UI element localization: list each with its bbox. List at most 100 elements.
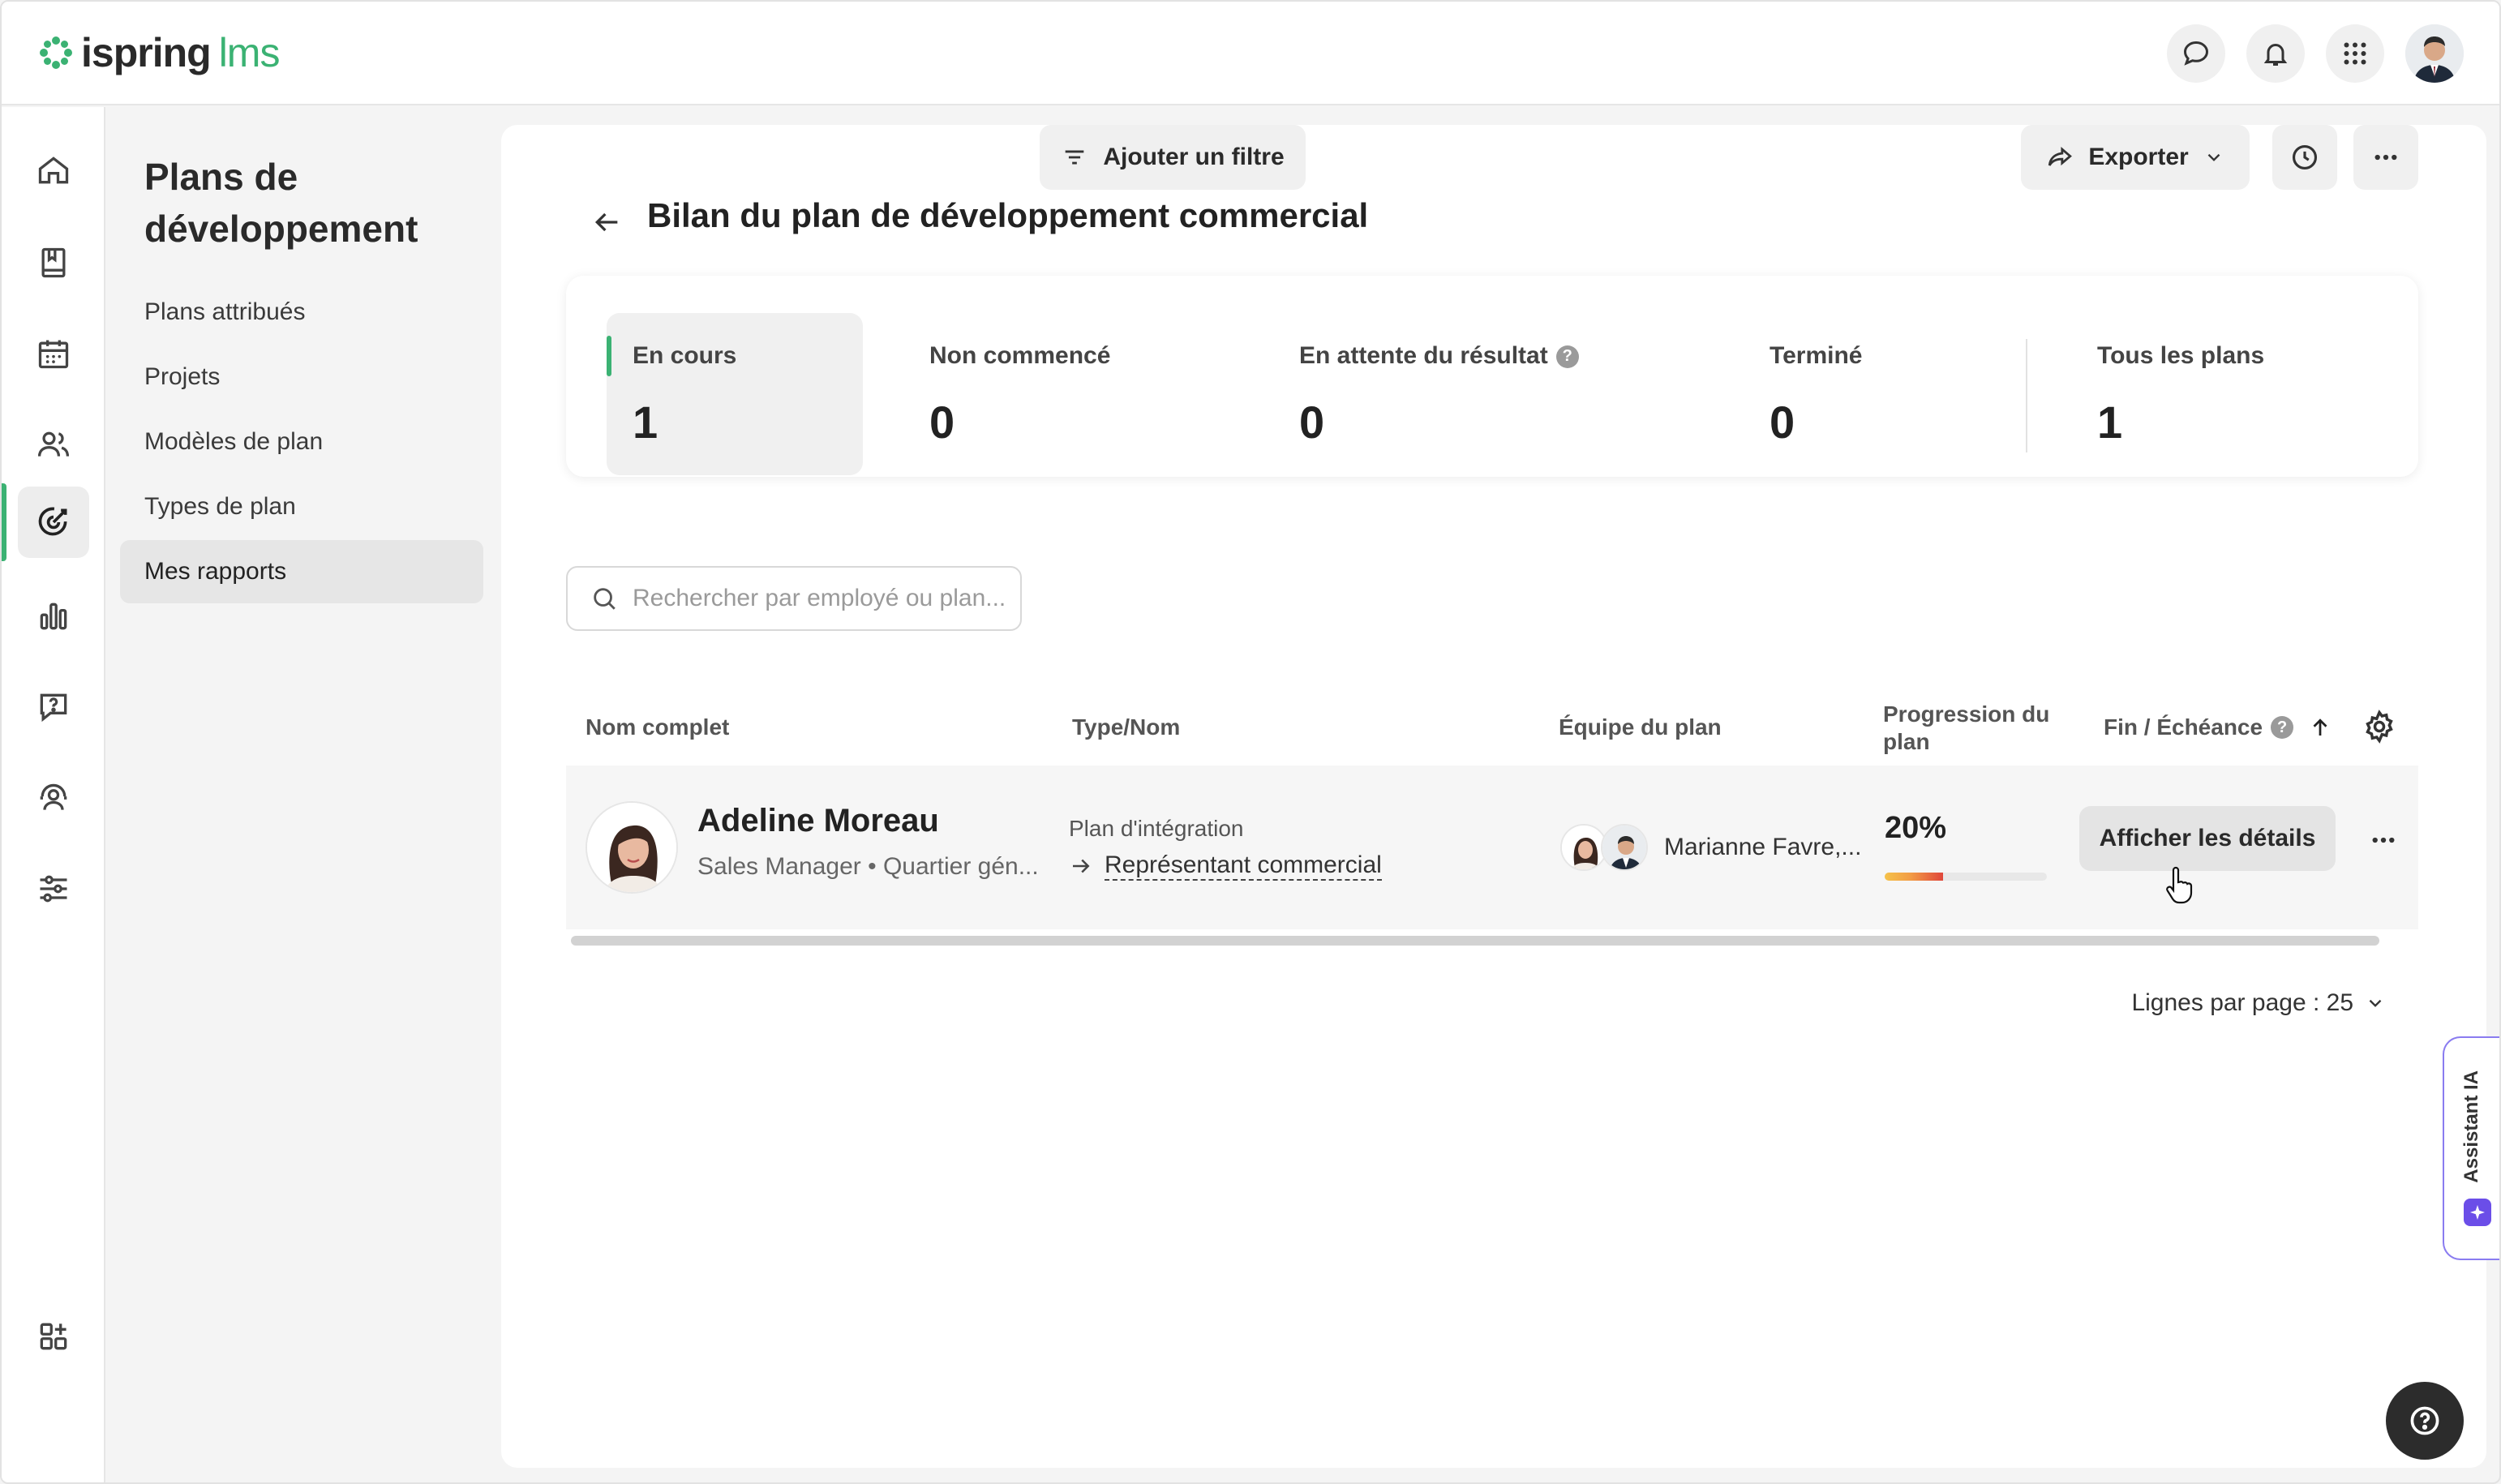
user-avatar[interactable] <box>2405 24 2464 83</box>
bell-icon <box>2263 44 2288 66</box>
rail-calendar[interactable] <box>18 318 89 389</box>
stat-value: 1 <box>633 397 658 448</box>
employee-meta: Sales Manager • Quartier gén... <box>697 853 1039 880</box>
stat-value: 1 <box>2097 397 2123 448</box>
column-header-due-date[interactable]: Fin / Échéance ? <box>2104 714 2332 741</box>
search-input[interactable]: Rechercher par employé ou plan... <box>566 566 1022 631</box>
people-icon <box>37 431 70 457</box>
stat-awaiting-result[interactable]: En attente du résultat? 0 <box>1299 313 1656 475</box>
stat-label: En cours <box>633 342 737 369</box>
plan-name: Représentant commercial <box>1105 851 1382 881</box>
page-title: Bilan du plan de développement commercia… <box>647 196 1369 234</box>
team-names: Marianne Favre,... <box>1664 834 1862 860</box>
rail-support[interactable] <box>18 762 89 834</box>
book-icon <box>41 247 66 278</box>
sidebar-item-label: Modèles de plan <box>144 428 324 455</box>
show-details-button[interactable]: Afficher les détails <box>2079 806 2336 871</box>
question-bubble-icon <box>40 693 67 723</box>
stat-not-started[interactable]: Non commencé 0 <box>929 313 1221 475</box>
more-horizontal-icon <box>2372 837 2395 843</box>
stat-completed[interactable]: Terminé 0 <box>1770 313 2013 475</box>
stat-divider <box>2026 339 2027 452</box>
table-row[interactable]: Adeline Moreau Sales Manager • Quartier … <box>566 766 2418 929</box>
stat-label: En attente du résultat <box>1299 342 1548 369</box>
add-filter-button[interactable]: Ajouter un filtre <box>1040 125 1306 190</box>
active-accent <box>607 336 611 376</box>
brand-name: ispring <box>81 30 212 75</box>
plan-name-link[interactable]: Représentant commercial <box>1069 851 1382 881</box>
rail-reports[interactable] <box>18 581 89 652</box>
sidebar-item-assigned-plans[interactable]: Plans attribués <box>120 281 483 344</box>
history-button[interactable] <box>2272 125 2337 190</box>
employee-avatar[interactable] <box>586 801 678 894</box>
help-circle-icon[interactable]: ? <box>2271 716 2294 739</box>
gear-icon[interactable] <box>2362 709 2397 744</box>
chat-button[interactable] <box>2167 24 2225 83</box>
back-button[interactable] <box>582 198 631 247</box>
sidebar-item-label: Plans attribués <box>144 298 306 325</box>
logo[interactable]: ispring lms <box>37 29 280 76</box>
ai-assistant-tab[interactable]: Assistant IA <box>2443 1036 2499 1260</box>
stat-value: 0 <box>1770 397 1795 448</box>
plan-team[interactable]: Marianne Favre,... <box>1560 824 1861 871</box>
column-header-type-name[interactable]: Type/Nom <box>1072 714 1180 741</box>
column-header-full-name[interactable]: Nom complet <box>586 714 729 741</box>
avatar-man-icon <box>2405 24 2464 83</box>
add-filter-label: Ajouter un filtre <box>1103 144 1285 170</box>
sidebar-item-label: Mes rapports <box>144 558 287 585</box>
search-icon <box>594 588 616 610</box>
column-header-plan-team[interactable]: Équipe du plan <box>1559 714 1722 741</box>
stat-all-plans[interactable]: Tous les plans 1 <box>2097 313 2373 475</box>
employee-name[interactable]: Adeline Moreau <box>697 803 939 839</box>
export-button[interactable]: Exporter <box>2021 125 2250 190</box>
more-options-button[interactable] <box>2353 125 2418 190</box>
avatar-woman-icon <box>587 803 676 892</box>
status-summary: En cours 1 Non commencé 0 En attente du … <box>566 276 2418 477</box>
sort-arrow-up-icon[interactable] <box>2308 715 2332 740</box>
rail-home[interactable] <box>18 135 89 206</box>
notifications-button[interactable] <box>2246 24 2305 83</box>
stat-value: 0 <box>1299 397 1325 448</box>
column-header-progress[interactable]: Progression du plan <box>1883 701 2061 756</box>
arrow-left-icon <box>594 212 618 232</box>
top-bar: ispring lms <box>2 2 2499 105</box>
main-content: Bilan du plan de développement commercia… <box>501 125 2486 1468</box>
horizontal-scrollbar[interactable] <box>571 936 2379 946</box>
apps-button[interactable] <box>2326 24 2384 83</box>
stat-label: Tous les plans <box>2097 342 2265 369</box>
add-widget-icon <box>40 1323 67 1350</box>
target-icon <box>38 507 67 536</box>
chat-icon <box>2183 41 2209 66</box>
rail-courses[interactable] <box>18 227 89 298</box>
icon-rail <box>2 107 105 1482</box>
logo-flower-icon <box>40 36 72 69</box>
rail-active-indicator <box>2 483 6 561</box>
sparkle-icon <box>2464 1199 2491 1226</box>
rail-users[interactable] <box>18 409 89 480</box>
clock-icon <box>2292 144 2318 170</box>
sidebar-item-plan-templates[interactable]: Modèles de plan <box>120 410 483 474</box>
stat-value: 0 <box>929 397 955 448</box>
chevron-down-icon <box>2369 999 2382 1007</box>
rail-settings[interactable] <box>18 853 89 924</box>
row-more-button[interactable] <box>2363 824 2404 856</box>
rail-questions[interactable] <box>18 671 89 743</box>
calendar-icon <box>38 340 69 369</box>
rail-add-widget[interactable] <box>18 1301 89 1372</box>
rows-per-page-select[interactable]: Lignes par page : 25 <box>2131 989 2386 1017</box>
sidebar-item-projects[interactable]: Projets <box>120 345 483 409</box>
rail-development-plans[interactable] <box>18 487 89 558</box>
help-circle-icon[interactable]: ? <box>1555 345 1579 368</box>
filter-icon <box>1065 150 1084 165</box>
progress-fill <box>1885 873 1943 881</box>
export-label: Exporter <box>2088 144 2189 170</box>
column-header-label: Fin / Échéance <box>2104 714 2263 740</box>
section-sidebar: Plans de développement Plans attribués P… <box>107 107 496 1482</box>
stat-in-progress[interactable]: En cours 1 <box>607 313 863 475</box>
help-button[interactable] <box>2386 1382 2464 1460</box>
sidebar-item-plan-types[interactable]: Types de plan <box>120 475 483 538</box>
share-arrow-icon <box>2048 147 2073 166</box>
sidebar-item-my-reports[interactable]: Mes rapports <box>120 540 483 603</box>
sidebar-item-label: Projets <box>144 363 221 390</box>
plan-type: Plan d'intégration <box>1069 816 1244 841</box>
